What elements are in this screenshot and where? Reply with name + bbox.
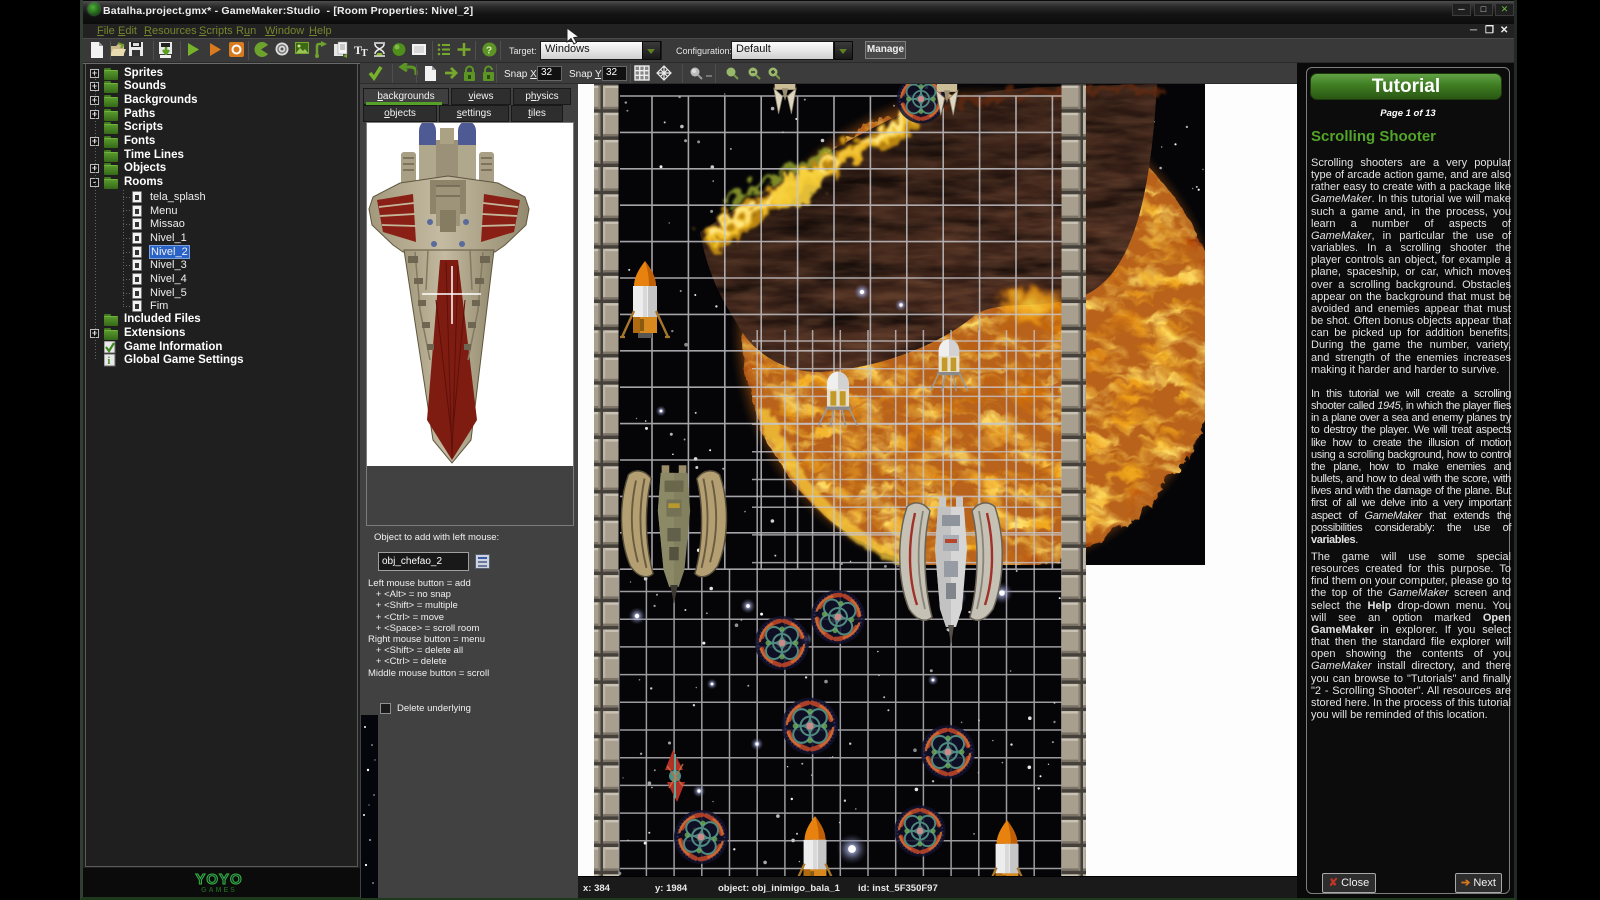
svg-text:i: i xyxy=(108,356,111,367)
svg-text:?: ? xyxy=(486,46,492,57)
svg-text:T: T xyxy=(361,48,368,59)
